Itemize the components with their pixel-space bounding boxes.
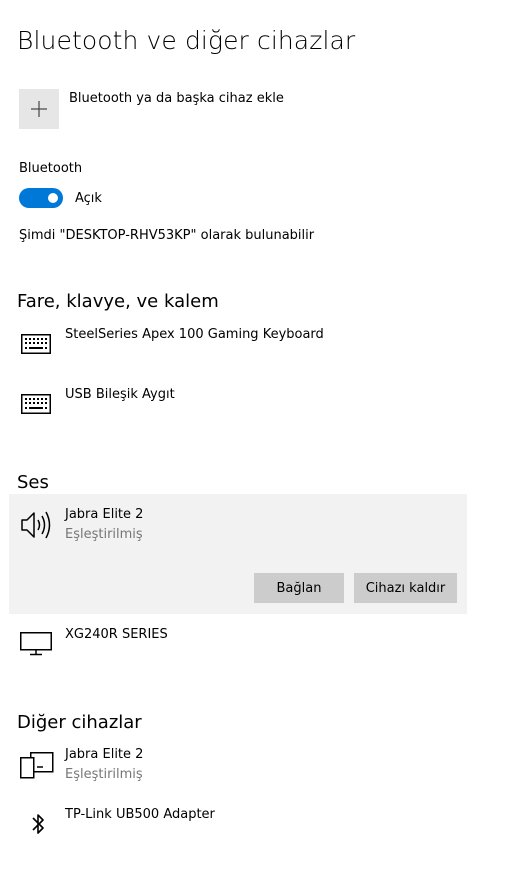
section-heading-input: Fare, klavye, ve kalem	[17, 291, 219, 312]
connect-button[interactable]: Bağlan	[254, 573, 344, 603]
device-item-jabra-other[interactable]: Jabra Elite 2 Eşleştirilmiş	[19, 747, 459, 790]
device-name: XG240R SERIES	[65, 627, 168, 642]
add-device-button[interactable]	[19, 89, 59, 129]
remove-device-button[interactable]: Cihazı kaldır	[354, 573, 457, 603]
plus-icon	[31, 101, 47, 117]
device-status: Eşleştirilmiş	[65, 527, 143, 542]
keyboard-icon	[21, 334, 51, 354]
bluetooth-toggle-state: Açık	[75, 191, 102, 206]
add-device-label[interactable]: Bluetooth ya da başka cihaz ekle	[69, 91, 284, 106]
device-name: SteelSeries Apex 100 Gaming Keyboard	[65, 327, 324, 342]
bluetooth-toggle[interactable]	[19, 188, 63, 208]
keyboard-icon	[21, 394, 51, 414]
device-item-tplink[interactable]: TP-Link UB500 Adapter	[19, 807, 459, 850]
device-name: Jabra Elite 2	[65, 747, 144, 762]
device-name: USB Bileşik Aygıt	[65, 387, 175, 402]
page-title: Bluetooth ve diğer cihazlar	[17, 26, 356, 55]
speaker-icon	[21, 511, 51, 539]
section-heading-audio: Ses	[17, 472, 49, 493]
device-icon	[20, 752, 54, 779]
device-item-keyboard-2[interactable]: USB Bileşik Aygıt	[19, 387, 459, 430]
device-item-monitor[interactable]: XG240R SERIES	[19, 627, 459, 670]
bluetooth-label: Bluetooth	[19, 161, 83, 176]
section-heading-other: Diğer cihazlar	[17, 712, 142, 733]
device-status: Eşleştirilmiş	[65, 767, 143, 782]
device-name: Jabra Elite 2	[65, 507, 144, 522]
device-item-keyboard-1[interactable]: SteelSeries Apex 100 Gaming Keyboard	[19, 327, 459, 370]
discoverable-text: Şimdi "DESKTOP-RHV53KP" olarak bulunabil…	[19, 228, 315, 243]
toggle-knob	[48, 193, 58, 203]
device-name: TP-Link UB500 Adapter	[65, 807, 215, 822]
bluetooth-icon	[32, 814, 44, 834]
monitor-icon	[20, 632, 52, 656]
